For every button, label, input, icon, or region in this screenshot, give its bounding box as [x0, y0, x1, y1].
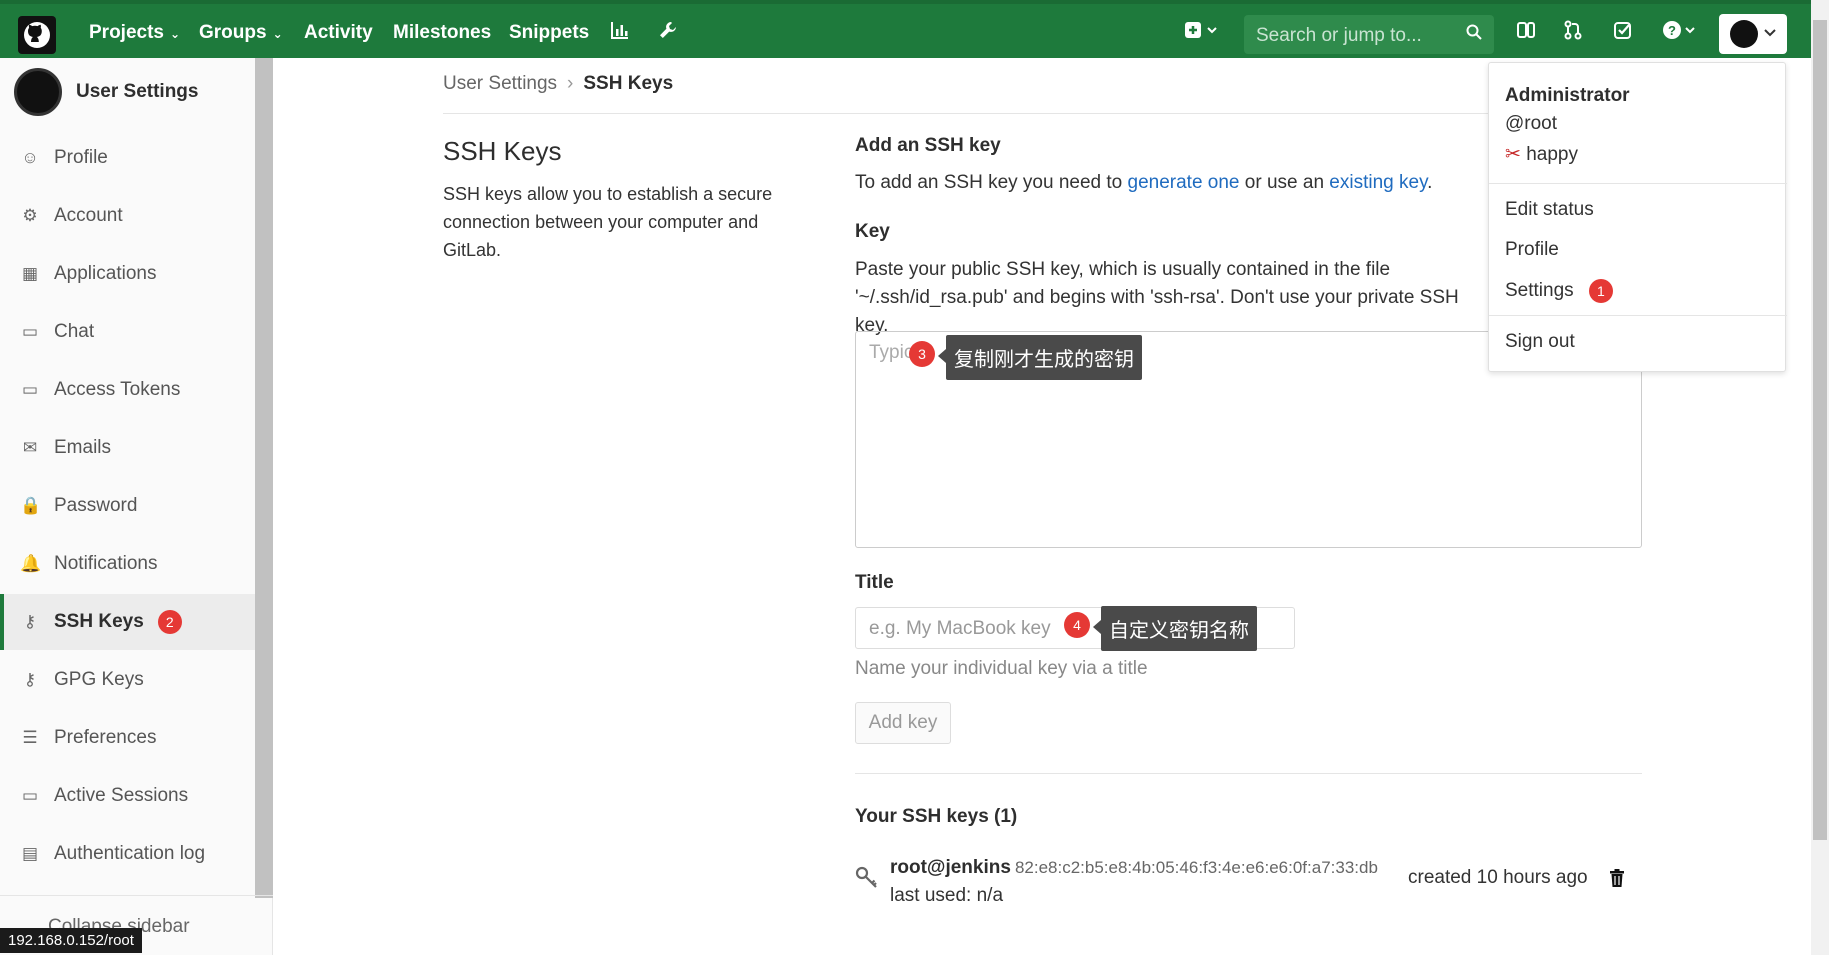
annotation-tooltip: 自定义密钥名称: [1093, 606, 1257, 651]
chat-icon: ▭: [21, 322, 39, 341]
key-icon: [855, 865, 879, 896]
dropdown-sign-out[interactable]: Sign out: [1505, 331, 1575, 353]
ssh-key-last-used: last used: n/a: [890, 885, 1004, 906]
bell-icon: 🔔: [20, 554, 42, 573]
ssh-key-created: created 10 hours ago: [1408, 867, 1588, 888]
help-icon[interactable]: ?: [1662, 20, 1696, 46]
sidebar-header[interactable]: User Settings: [14, 68, 198, 116]
mail-icon: ✉: [22, 438, 38, 457]
key-icon: ⚷: [23, 612, 37, 631]
sidebar-item-account[interactable]: ⚙ Account: [0, 188, 255, 244]
add-ssh-key-intro: To add an SSH key you need to generate o…: [855, 172, 1433, 193]
add-ssh-key-heading: Add an SSH key: [855, 135, 1001, 156]
existing-key-link[interactable]: existing key: [1329, 172, 1427, 193]
nav-snippets[interactable]: Snippets: [509, 22, 589, 44]
dropdown-settings[interactable]: Settings 1: [1505, 279, 1613, 303]
generate-one-link[interactable]: generate one: [1128, 172, 1240, 193]
log-icon: ▤: [21, 844, 39, 863]
avatar: [14, 68, 62, 116]
step-badge: 2: [157, 610, 182, 634]
chevron-down-icon: ⌄: [169, 27, 181, 41]
page-scrollbar[interactable]: [1811, 0, 1829, 955]
nav-groups[interactable]: Groups ⌄: [199, 22, 283, 44]
todos-icon[interactable]: [1516, 20, 1536, 46]
sidebar-item-notifications[interactable]: 🔔 Notifications: [0, 536, 255, 592]
breadcrumb-current: SSH Keys: [583, 73, 674, 94]
chevron-down-icon: ⌄: [272, 27, 283, 41]
title-label: Title: [855, 572, 894, 593]
token-icon: ▭: [21, 380, 39, 399]
ssh-key-row[interactable]: root@jenkins 82:e8:c2:b5:e8:4b:05:46:f3:4…: [855, 855, 1645, 915]
avatar: [1730, 20, 1758, 48]
applications-icon: ▦: [21, 264, 39, 283]
nav-milestones[interactable]: Milestones: [393, 22, 491, 44]
ssh-key-fingerprint: 82:e8:c2:b5:e8:4b:05:46:f3:4e:e6:e6:0f:a…: [1014, 858, 1378, 877]
nav-activity[interactable]: Activity: [304, 22, 373, 44]
lock-icon: 🔒: [20, 496, 42, 515]
monitor-icon: ▭: [21, 786, 39, 805]
title-hint: Name your individual key via a title: [855, 658, 1148, 679]
step-badge-1: 1: [1588, 279, 1613, 303]
key-description: Paste your public SSH key, which is usua…: [855, 259, 1459, 336]
breadcrumb: User Settings › SSH Keys: [443, 73, 673, 95]
dropdown-status: ✂ happy: [1505, 144, 1578, 165]
sidebar-item-emails[interactable]: ✉ Emails: [0, 420, 255, 476]
plus-square-icon[interactable]: [1184, 20, 1218, 46]
sidebar-item-password[interactable]: 🔒 Password: [0, 478, 255, 534]
key-icon: ⚷: [23, 670, 37, 689]
sidebar-item-authentication-log[interactable]: ▤ Authentication log: [0, 826, 255, 882]
status-url: 192.168.0.152/root: [0, 928, 142, 953]
user-menu-button[interactable]: [1719, 14, 1787, 54]
trash-icon[interactable]: [1609, 869, 1625, 892]
account-icon: ⚙: [22, 206, 38, 225]
divider: [1489, 315, 1787, 316]
sidebar-scrollbar[interactable]: [255, 58, 273, 898]
nav-projects[interactable]: Projects ⌄: [89, 22, 180, 44]
divider: [443, 113, 1643, 114]
step-badge-4: 4: [1064, 612, 1090, 638]
status-emoji-icon: ✂: [1505, 144, 1521, 165]
chevron-down-icon: [1764, 25, 1776, 43]
search-input[interactable]: Search or jump to...: [1244, 15, 1494, 54]
wrench-icon[interactable]: [658, 20, 678, 46]
sidebar-item-profile[interactable]: ☺ Profile: [0, 130, 255, 186]
ssh-key-title[interactable]: root@jenkins 82:e8:c2:b5:e8:4b:05:46:f3:4…: [890, 857, 1378, 879]
sidebar-item-chat[interactable]: ▭ Chat: [0, 304, 255, 360]
search-icon: [1466, 24, 1482, 45]
sidebar-item-applications[interactable]: ▦ Applications: [0, 246, 255, 302]
divider: [855, 773, 1642, 774]
svg-text:?: ?: [1668, 23, 1676, 38]
dropdown-profile[interactable]: Profile: [1505, 239, 1559, 261]
annotation-tooltip: 复制刚才生成的密钥: [938, 335, 1142, 380]
chart-icon[interactable]: [610, 20, 630, 46]
key-label: Key: [855, 221, 890, 242]
page-description: SSH keys allow you to establish a secure…: [443, 184, 773, 260]
sidebar-item-access-tokens[interactable]: ▭ Access Tokens: [0, 362, 255, 418]
sidebar-item-ssh-keys[interactable]: ⚷ SSH Keys 2: [0, 594, 255, 650]
gitlab-logo[interactable]: [18, 16, 56, 54]
top-navbar: Projects ⌄ Groups ⌄ Activity Milestones Sn…: [0, 0, 1811, 58]
sidebar-item-preferences[interactable]: ☰ Preferences: [0, 710, 255, 766]
your-ssh-keys-heading: Your SSH keys (1): [855, 806, 1018, 827]
dropdown-user-name: Administrator: [1505, 85, 1630, 106]
breadcrumb-parent[interactable]: User Settings: [443, 73, 557, 94]
step-badge-3: 3: [909, 341, 935, 367]
sidebar-title: User Settings: [76, 81, 199, 102]
dropdown-username: @root: [1505, 113, 1558, 134]
user-dropdown-menu: Administrator @root ✂ happy Edit status …: [1488, 62, 1787, 372]
profile-icon: ☺: [21, 148, 39, 167]
sliders-icon: ☰: [22, 728, 38, 747]
page-title: SSH Keys: [443, 136, 562, 166]
breadcrumb-separator: ›: [567, 73, 574, 94]
merge-request-icon[interactable]: [1563, 20, 1583, 46]
check-icon[interactable]: [1613, 20, 1633, 46]
sidebar-item-gpg-keys[interactable]: ⚷ GPG Keys: [0, 652, 255, 708]
divider: [1489, 183, 1787, 184]
dropdown-edit-status[interactable]: Edit status: [1505, 199, 1594, 221]
sidebar-item-active-sessions[interactable]: ▭ Active Sessions: [0, 768, 255, 824]
add-key-button[interactable]: Add key: [855, 702, 951, 744]
